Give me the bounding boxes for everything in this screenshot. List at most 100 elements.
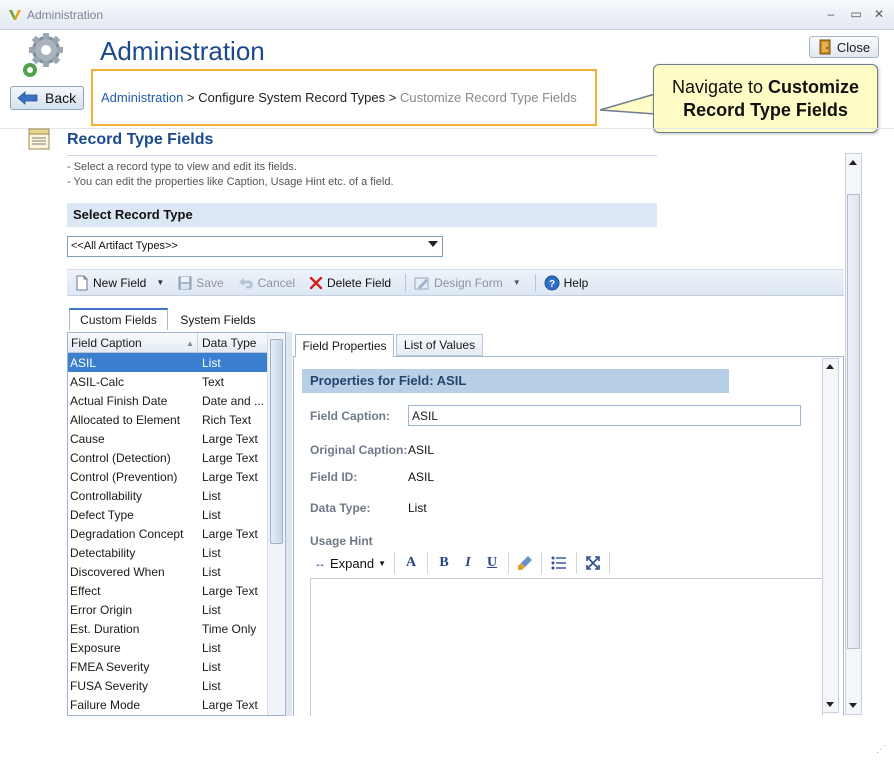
app-icon bbox=[9, 10, 21, 20]
field-id-label: Field ID: bbox=[310, 470, 358, 484]
chevron-down-icon[interactable] bbox=[428, 241, 438, 247]
underline-icon[interactable]: U bbox=[480, 551, 504, 575]
table-row[interactable]: Actual Finish Date Date and ... bbox=[68, 391, 267, 410]
table-row[interactable]: Detectability List bbox=[68, 543, 267, 562]
gear-icon bbox=[23, 33, 63, 77]
cell-field-caption: ASIL-Calc bbox=[70, 375, 125, 389]
page-scrollbar[interactable] bbox=[845, 153, 862, 715]
usage-hint-editor[interactable] bbox=[310, 578, 823, 716]
table-row[interactable]: Cause Large Text bbox=[68, 429, 267, 448]
chevron-down-icon: ▼ bbox=[378, 558, 387, 568]
field-caption-input[interactable]: ASIL bbox=[408, 405, 801, 426]
tab-custom-fields[interactable]: Custom Fields bbox=[69, 308, 168, 330]
door-icon bbox=[819, 39, 831, 55]
close-label: Close bbox=[836, 39, 871, 55]
design-form-label: Design Form bbox=[434, 275, 503, 290]
scrollbar-thumb[interactable] bbox=[847, 194, 860, 649]
maximize-icon[interactable]: ▭ bbox=[847, 6, 865, 22]
properties-scrollbar[interactable] bbox=[822, 358, 839, 713]
cancel-label: Cancel bbox=[257, 275, 295, 290]
scroll-down-icon[interactable] bbox=[849, 703, 857, 708]
table-row[interactable]: Exposure List bbox=[68, 638, 267, 657]
table-row[interactable]: Degradation Concept Large Text bbox=[68, 524, 267, 543]
save-button[interactable]: Save bbox=[178, 276, 224, 290]
table-row[interactable]: Controllability List bbox=[68, 486, 267, 505]
breadcrumb-current: Customize Record Type Fields bbox=[399, 90, 577, 105]
editor-separator bbox=[394, 552, 396, 574]
dropdown-caret-icon[interactable]: ▼ bbox=[513, 278, 521, 287]
record-type-select[interactable]: <<All Artifact Types>> bbox=[67, 236, 443, 257]
cell-field-caption: Controllability bbox=[70, 489, 143, 503]
table-row[interactable]: Allocated to Element Rich Text bbox=[68, 410, 267, 429]
resize-grip-icon[interactable]: ⋰ bbox=[876, 744, 890, 758]
breadcrumb-item-configure[interactable]: Configure System Record Types bbox=[198, 90, 385, 105]
original-caption-value: ASIL bbox=[408, 443, 435, 457]
help-button[interactable]: ? Help bbox=[544, 275, 588, 291]
delete-icon bbox=[309, 276, 323, 289]
table-row[interactable]: FUSA Severity List bbox=[68, 676, 267, 695]
grid-rows: ASIL List ASIL-Calc Text Actual Finish Date D… bbox=[68, 353, 267, 714]
cell-field-caption: Actual Finish Date bbox=[70, 394, 168, 408]
properties-header-field: ASIL bbox=[436, 373, 467, 388]
scroll-down-icon[interactable] bbox=[826, 702, 834, 707]
dropdown-caret-icon[interactable]: ▼ bbox=[156, 278, 164, 287]
table-row[interactable]: ASIL List bbox=[68, 353, 267, 372]
column-header-type[interactable]: Data Type bbox=[202, 336, 256, 350]
field-id-value: ASIL bbox=[408, 470, 435, 484]
back-arrow-icon bbox=[17, 91, 38, 105]
cell-data-type: Large Text bbox=[202, 584, 258, 598]
table-row[interactable]: Error Origin List bbox=[68, 600, 267, 619]
new-document-icon bbox=[76, 275, 88, 290]
table-row[interactable]: Discovered When List bbox=[68, 562, 267, 581]
hint-line: - You can edit the properties like Capti… bbox=[67, 176, 394, 188]
cell-field-caption: Exposure bbox=[70, 641, 121, 655]
bold-icon[interactable]: B bbox=[432, 551, 456, 575]
back-button[interactable]: Back bbox=[10, 86, 84, 110]
bullet-list-icon[interactable] bbox=[546, 551, 572, 575]
tab-list-of-values[interactable]: List of Values bbox=[396, 334, 483, 356]
record-type-label: Select Record Type bbox=[67, 203, 657, 227]
cell-data-type: Time Only bbox=[202, 622, 257, 636]
callout-note: Navigate to Customize Record Type Fields bbox=[653, 64, 878, 133]
tab-system-fields[interactable]: System Fields bbox=[171, 311, 265, 330]
fields-toolbar: New Field ▼ Save Cancel Delete Field Des… bbox=[67, 269, 844, 296]
table-row[interactable]: FMEA Severity List bbox=[68, 657, 267, 676]
page-title: Administration bbox=[100, 36, 265, 66]
design-form-button[interactable]: Design Form ▼ bbox=[414, 276, 521, 290]
fullscreen-icon[interactable] bbox=[581, 551, 605, 575]
table-row[interactable]: Est. Duration Time Only bbox=[68, 619, 267, 638]
italic-icon[interactable]: I bbox=[456, 551, 480, 575]
save-icon bbox=[178, 276, 192, 289]
table-row[interactable]: Defect Type List bbox=[68, 505, 267, 524]
scroll-up-icon[interactable] bbox=[826, 364, 834, 369]
minimize-icon[interactable]: – bbox=[822, 6, 840, 22]
clear-format-icon[interactable] bbox=[513, 551, 537, 575]
table-row[interactable]: Control (Prevention) Large Text bbox=[68, 467, 267, 486]
cell-data-type: Rich Text bbox=[202, 413, 252, 427]
delete-field-button[interactable]: Delete Field bbox=[309, 276, 391, 290]
window-title: Administration bbox=[27, 8, 104, 22]
cell-data-type: Large Text bbox=[202, 470, 258, 484]
cancel-button[interactable]: Cancel bbox=[238, 276, 295, 290]
cell-data-type: Large Text bbox=[202, 432, 258, 446]
left-scrollbar[interactable] bbox=[267, 333, 285, 715]
properties-header-prefix: Properties for Field: bbox=[310, 373, 437, 388]
cell-field-caption: Detectability bbox=[70, 546, 136, 560]
new-field-button[interactable]: New Field ▼ bbox=[75, 275, 164, 291]
cell-field-caption: Discovered When bbox=[70, 565, 165, 579]
column-header-caption[interactable]: Field Caption bbox=[71, 336, 142, 350]
font-style-icon[interactable]: A bbox=[399, 551, 423, 575]
tab-field-properties[interactable]: Field Properties bbox=[295, 334, 394, 357]
close-window-icon[interactable]: ✕ bbox=[870, 6, 888, 22]
expand-button[interactable]: ↔ Expand ▼ bbox=[310, 551, 390, 575]
table-row[interactable]: ASIL-Calc Text bbox=[68, 372, 267, 391]
close-button[interactable]: Close bbox=[809, 36, 879, 58]
table-row[interactable]: Control (Detection) Large Text bbox=[68, 448, 267, 467]
table-row[interactable]: Failure Mode Large Text bbox=[68, 695, 267, 714]
breadcrumb-link-administration[interactable]: Administration bbox=[101, 90, 183, 105]
section-title: Record Type Fields bbox=[67, 131, 214, 148]
panel-splitter[interactable] bbox=[286, 332, 292, 716]
scrollbar-thumb[interactable] bbox=[270, 339, 283, 544]
table-row[interactable]: Effect Large Text bbox=[68, 581, 267, 600]
scroll-up-icon[interactable] bbox=[849, 160, 857, 165]
